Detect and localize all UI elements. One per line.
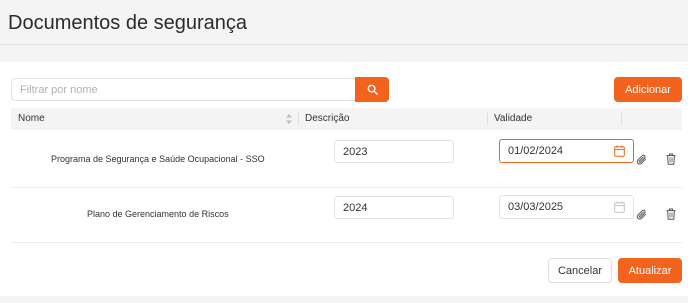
row-divider [11,187,682,188]
update-button[interactable]: Atualizar [618,258,682,283]
validity-date-value: 03/03/2025 [508,201,564,213]
column-header-validity: Validade [494,113,533,124]
trash-icon[interactable] [666,153,676,165]
trash-icon[interactable] [666,208,676,220]
column-header-description: Descrição [305,113,350,124]
search-button[interactable] [355,77,389,102]
page-title: Documentos de segurança [8,12,248,34]
documents-card: Adicionar Nome Descrição Validade Progra… [0,62,688,296]
column-divider [298,113,299,125]
column-divider [487,113,488,125]
validity-date-picker[interactable]: 01/02/2024 [499,139,634,163]
column-divider [621,113,622,125]
attachment-icon[interactable] [636,154,648,166]
row-divider [11,242,682,243]
sort-icon[interactable] [285,113,293,125]
validity-date-picker[interactable]: 03/03/2025 [499,195,634,219]
description-input[interactable] [334,140,454,163]
search-input[interactable] [11,78,355,101]
add-button[interactable]: Adicionar [614,77,682,102]
calendar-icon[interactable] [614,145,625,157]
title-divider [0,44,688,45]
document-name: Programa de Segurança e Saúde Ocupaciona… [51,154,265,164]
attachment-icon[interactable] [636,209,648,221]
table-header: Nome Descrição Validade [11,108,682,130]
validity-date-value: 01/02/2024 [508,145,564,157]
description-input[interactable] [334,196,454,219]
search-icon [367,84,378,95]
calendar-icon[interactable] [614,201,625,213]
cancel-button[interactable]: Cancelar [548,258,612,283]
column-header-name[interactable]: Nome [18,108,45,130]
document-name: Plano de Gerenciamento de Riscos [87,209,229,219]
